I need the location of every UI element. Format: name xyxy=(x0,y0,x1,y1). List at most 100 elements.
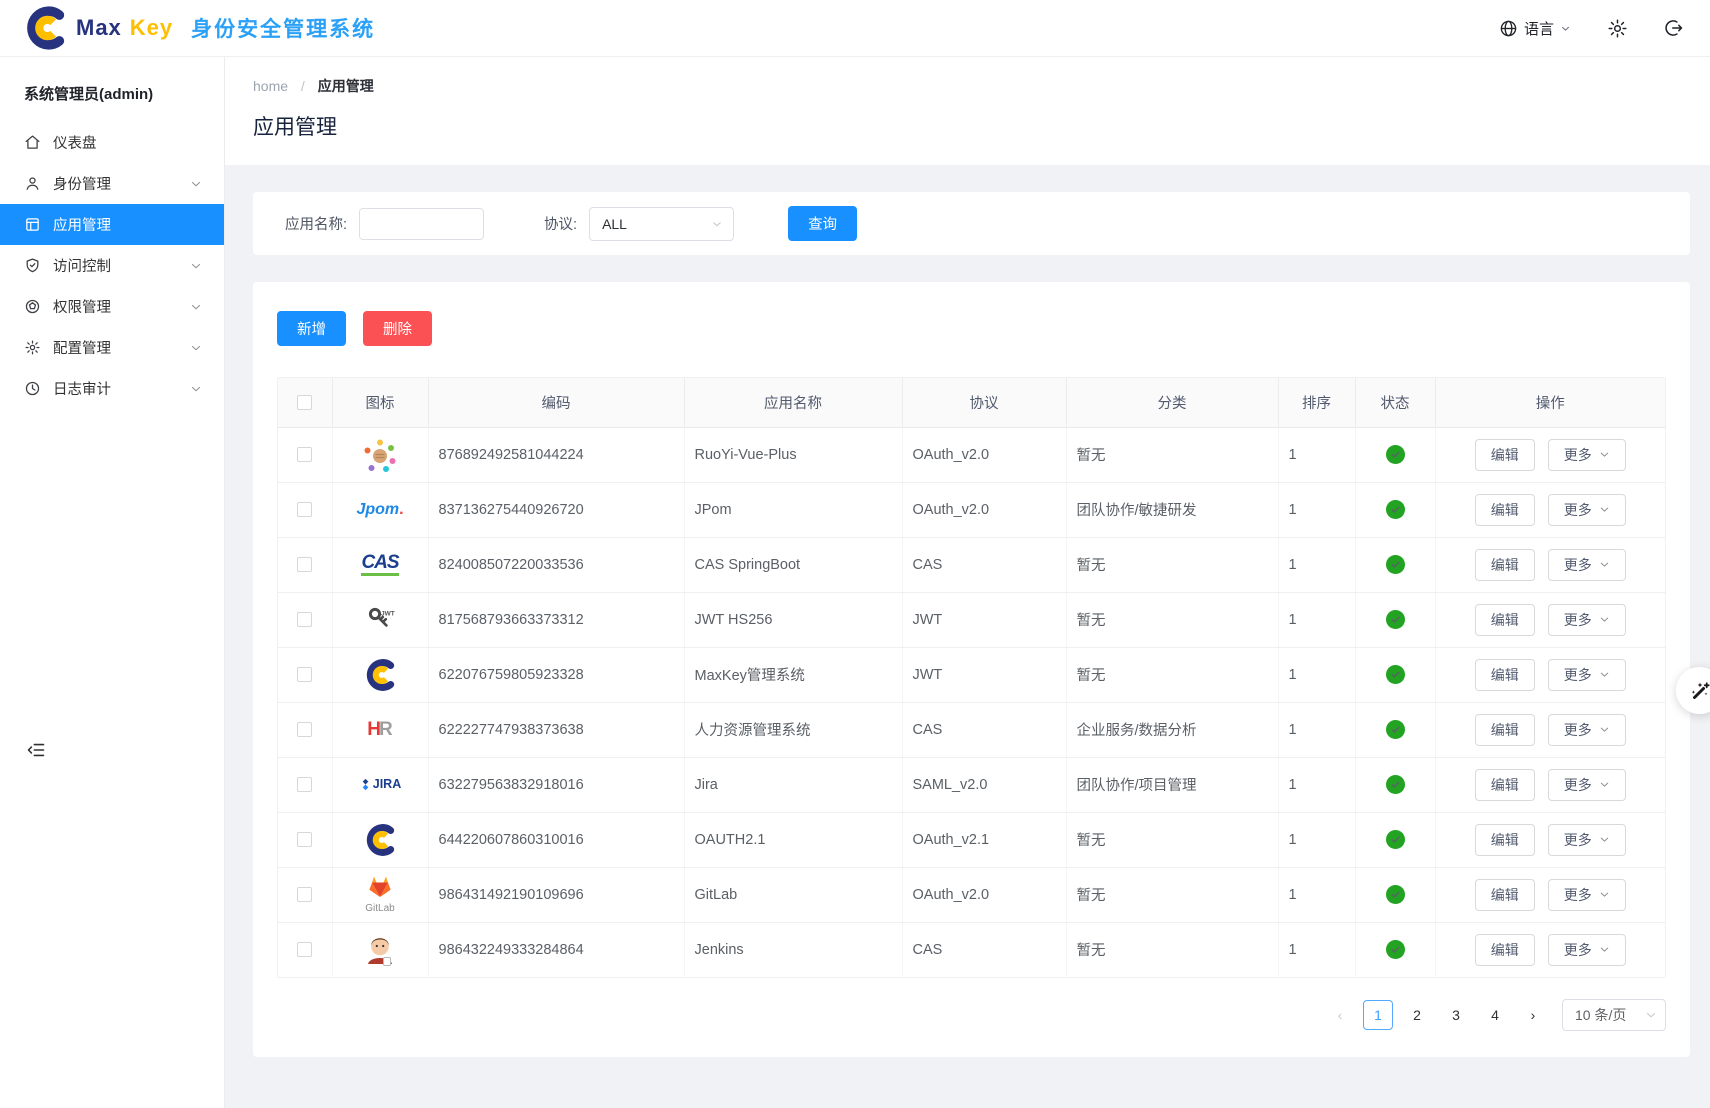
breadcrumb-home[interactable]: home xyxy=(253,78,288,94)
app-name: Jenkins xyxy=(684,922,902,977)
more-button[interactable]: 更多 xyxy=(1548,714,1626,746)
app-protocol: OAuth_v2.0 xyxy=(902,867,1066,922)
protocol-label: 协议: xyxy=(544,213,577,234)
app-category: 暂无 xyxy=(1066,812,1278,867)
app-category: 暂无 xyxy=(1066,922,1278,977)
app-protocol: CAS xyxy=(902,537,1066,592)
more-button[interactable]: 更多 xyxy=(1548,604,1626,636)
row-checkbox[interactable] xyxy=(297,722,312,737)
row-checkbox[interactable] xyxy=(297,887,312,902)
pagination-page-4[interactable]: 4 xyxy=(1480,1000,1510,1030)
app-name-label: 应用名称: xyxy=(285,213,347,234)
breadcrumb: home / 应用管理 xyxy=(253,76,1682,96)
app-code: 986432249333284864 xyxy=(428,922,684,977)
table-row: 644220607860310016OAUTH2.1OAuth_v2.1暂无1编… xyxy=(278,812,1665,867)
more-button[interactable]: 更多 xyxy=(1548,934,1626,966)
sidebar-item-config[interactable]: 配置管理 xyxy=(0,327,224,368)
edit-button[interactable]: 编辑 xyxy=(1475,659,1535,691)
row-checkbox[interactable] xyxy=(297,777,312,792)
row-checkbox[interactable] xyxy=(297,667,312,682)
edit-button[interactable]: 编辑 xyxy=(1475,879,1535,911)
more-button[interactable]: 更多 xyxy=(1548,824,1626,856)
language-label: 语言 xyxy=(1524,18,1554,39)
sidebar-menu: 仪表盘身份管理应用管理访问控制权限管理配置管理日志审计 xyxy=(0,122,224,409)
col-icon: 图标 xyxy=(332,378,428,427)
sidebar-item-permission[interactable]: 权限管理 xyxy=(0,286,224,327)
status-enabled-icon xyxy=(1386,830,1405,849)
app-category: 暂无 xyxy=(1066,647,1278,702)
table-header-row: 图标 编码 应用名称 协议 分类 排序 状态 操作 xyxy=(278,378,1665,427)
more-button[interactable]: 更多 xyxy=(1548,549,1626,581)
edit-button[interactable]: 编辑 xyxy=(1475,714,1535,746)
edit-button[interactable]: 编辑 xyxy=(1475,494,1535,526)
delete-button[interactable]: 删除 xyxy=(363,311,432,346)
pagination-prev[interactable]: ‹ xyxy=(1326,999,1354,1031)
sidebar-item-access[interactable]: 访问控制 xyxy=(0,245,224,286)
edit-button[interactable]: 编辑 xyxy=(1475,824,1535,856)
app-name: RuoYi-Vue-Plus xyxy=(684,427,902,482)
protocol-select[interactable]: ALL xyxy=(589,207,734,241)
app-code: 876892492581044224 xyxy=(428,427,684,482)
pagination-page-1[interactable]: 1 xyxy=(1363,1000,1393,1030)
app-sort: 1 xyxy=(1278,592,1355,647)
app-name: MaxKey管理系统 xyxy=(684,647,902,702)
edit-button[interactable]: 编辑 xyxy=(1475,549,1535,581)
dashboard-icon xyxy=(24,134,41,151)
chevron-down-icon xyxy=(190,260,202,272)
jenkins-logo xyxy=(333,933,428,967)
gitlab-logo: GitLab xyxy=(333,875,428,914)
app-name: JPom xyxy=(684,482,902,537)
language-menu[interactable]: 语言 xyxy=(1499,18,1571,39)
search-button[interactable]: 查询 xyxy=(788,206,857,241)
jwt-logo: JWT xyxy=(333,604,428,636)
app-protocol: JWT xyxy=(902,647,1066,702)
pagination-page-3[interactable]: 3 xyxy=(1441,1000,1471,1030)
more-button[interactable]: 更多 xyxy=(1548,494,1626,526)
more-button[interactable]: 更多 xyxy=(1548,879,1626,911)
sidebar-item-identity[interactable]: 身份管理 xyxy=(0,163,224,204)
app-sort: 1 xyxy=(1278,922,1355,977)
edit-button[interactable]: 编辑 xyxy=(1475,769,1535,801)
table-row: JWT817568793663373312JWT HS256JWT暂无1编辑更多 xyxy=(278,592,1665,647)
more-button[interactable]: 更多 xyxy=(1548,439,1626,471)
col-code: 编码 xyxy=(428,378,684,427)
pagination-page-2[interactable]: 2 xyxy=(1402,1000,1432,1030)
app-window: MaxKey 身份安全管理系统 语言 系统管理员(admin xyxy=(0,0,1710,1108)
row-checkbox[interactable] xyxy=(297,557,312,572)
settings-gear-icon[interactable] xyxy=(1607,18,1628,39)
protocol-select-value: ALL xyxy=(602,216,627,232)
logout-icon[interactable] xyxy=(1664,18,1684,38)
page-size-select[interactable]: 10 条/页 xyxy=(1562,999,1666,1031)
brand-text-max: Max xyxy=(76,15,122,41)
app-protocol: CAS xyxy=(902,702,1066,757)
edit-button[interactable]: 编辑 xyxy=(1475,439,1535,471)
pagination-next[interactable]: › xyxy=(1519,999,1547,1031)
chevron-down-icon xyxy=(1599,834,1610,845)
sidebar-item-audit[interactable]: 日志审计 xyxy=(0,368,224,409)
sidebar-item-dashboard[interactable]: 仪表盘 xyxy=(0,122,224,163)
edit-button[interactable]: 编辑 xyxy=(1475,604,1535,636)
collapse-sidebar-icon[interactable] xyxy=(26,740,46,760)
page-content: 应用名称: 协议: ALL 查询 新增 删除 xyxy=(225,165,1710,1108)
row-checkbox[interactable] xyxy=(297,832,312,847)
chevron-down-icon xyxy=(190,383,202,395)
edit-button[interactable]: 编辑 xyxy=(1475,934,1535,966)
sidebar-item-apps[interactable]: 应用管理 xyxy=(0,204,224,245)
more-button[interactable]: 更多 xyxy=(1548,659,1626,691)
app-code: 644220607860310016 xyxy=(428,812,684,867)
row-checkbox[interactable] xyxy=(297,447,312,462)
row-checkbox[interactable] xyxy=(297,502,312,517)
app-code: 986431492190109696 xyxy=(428,867,684,922)
app-name-input[interactable] xyxy=(359,208,484,240)
row-checkbox[interactable] xyxy=(297,612,312,627)
table-row: JIRA632279563832918016JiraSAML_v2.0团队协作/… xyxy=(278,757,1665,812)
page-title: 应用管理 xyxy=(253,111,1682,141)
row-checkbox[interactable] xyxy=(297,942,312,957)
more-button[interactable]: 更多 xyxy=(1548,769,1626,801)
status-enabled-icon xyxy=(1386,885,1405,904)
globe-icon xyxy=(1499,19,1518,38)
app-sort: 1 xyxy=(1278,427,1355,482)
add-button[interactable]: 新增 xyxy=(277,311,346,346)
select-all-checkbox[interactable] xyxy=(297,395,312,410)
sidebar-item-label: 访问控制 xyxy=(53,255,190,276)
